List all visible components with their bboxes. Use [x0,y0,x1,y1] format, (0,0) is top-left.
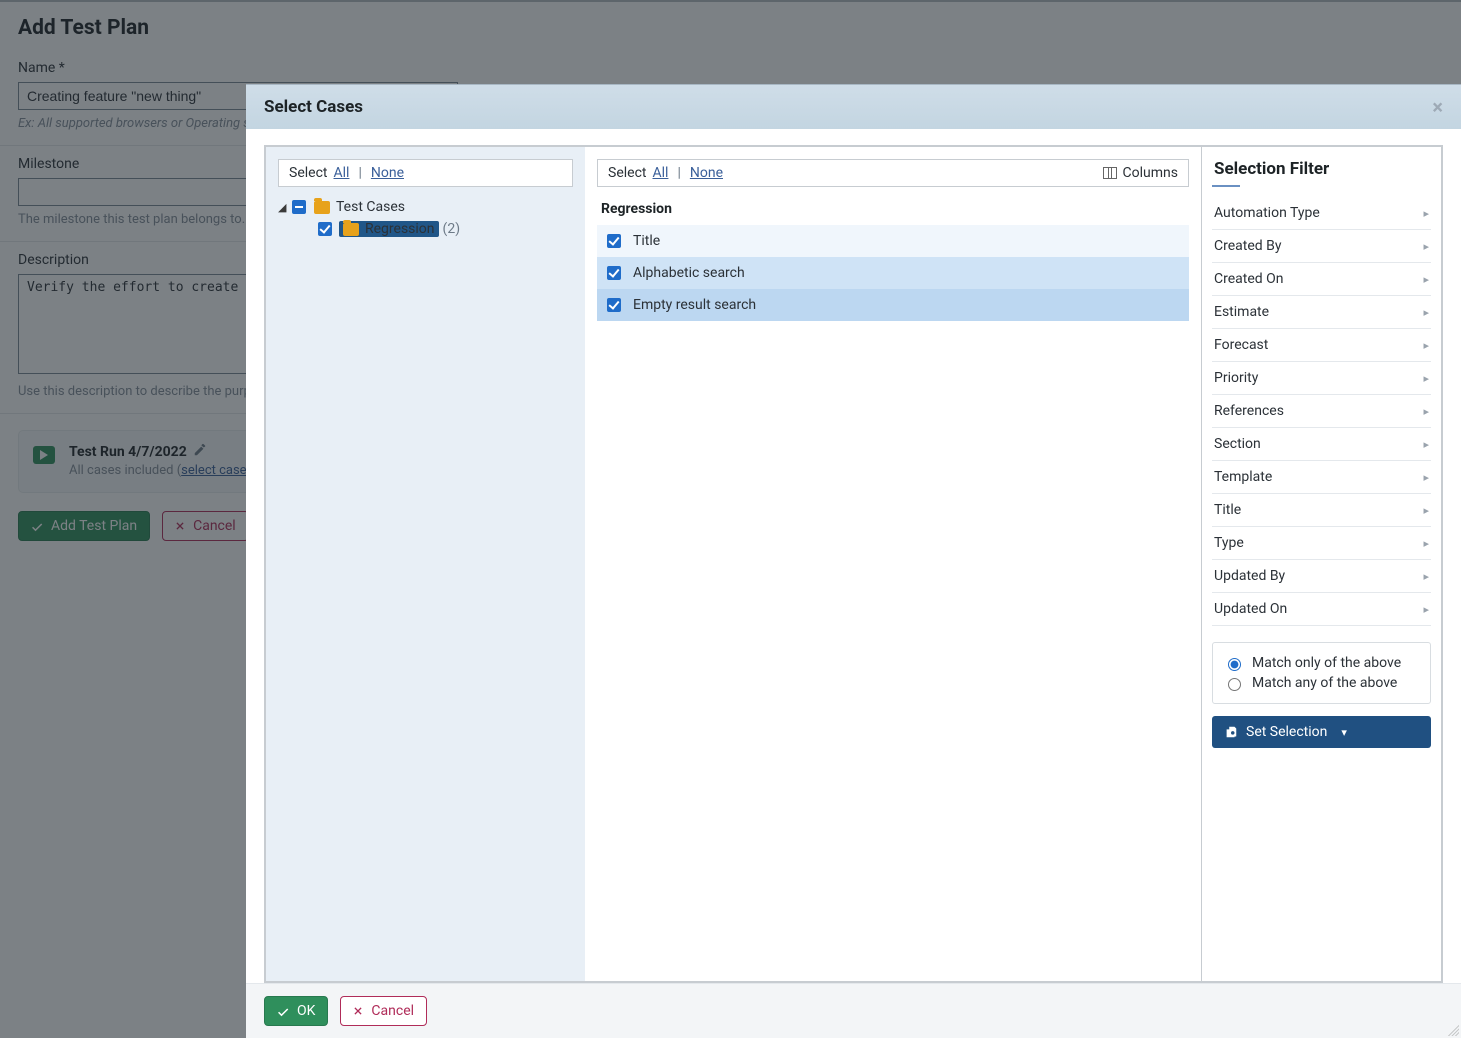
collapse-icon[interactable]: ◢ [278,201,288,214]
close-icon[interactable]: × [1432,97,1443,117]
suite-tree: ◢ Test Cases ◢ Regre [266,197,585,253]
search-doc-icon [1224,725,1238,739]
select-cases-dialog: Select Cases × Select All | None ◢ [246,84,1461,1038]
case-row[interactable]: Title [597,225,1189,257]
chevron-right-icon: ▸ [1423,207,1429,220]
chevron-right-icon: ▸ [1423,306,1429,319]
chevron-right-icon: ▸ [1423,603,1429,616]
case-checkbox[interactable] [607,298,621,312]
case-group-title: Regression [601,201,1185,217]
chevron-right-icon: ▸ [1423,471,1429,484]
dialog-cancel-button[interactable]: Cancel [340,996,427,1026]
tree-select-all-link[interactable]: All [333,165,349,181]
filter-type[interactable]: Type▸ [1212,527,1431,560]
filter-section[interactable]: Section▸ [1212,428,1431,461]
filter-forecast[interactable]: Forecast▸ [1212,329,1431,362]
tree-node-root[interactable]: ◢ Test Cases [278,197,573,217]
chevron-right-icon: ▸ [1423,273,1429,286]
filter-created-by[interactable]: Created By▸ [1212,230,1431,263]
tree-select-row: Select All | None [278,159,573,187]
case-list: Title Alphabetic search Empty result sea… [597,225,1189,321]
set-selection-button[interactable]: Set Selection ▾ [1212,716,1431,748]
case-label: Alphabetic search [633,265,745,281]
chevron-right-icon: ▸ [1423,504,1429,517]
filter-priority[interactable]: Priority▸ [1212,362,1431,395]
case-label: Title [633,233,660,249]
case-row[interactable]: Alphabetic search [597,257,1189,289]
dialog-header: Select Cases × [246,85,1461,129]
chevron-right-icon: ▸ [1423,405,1429,418]
filter-updated-by[interactable]: Updated By▸ [1212,560,1431,593]
filter-estimate[interactable]: Estimate▸ [1212,296,1431,329]
chevron-right-icon: ▸ [1423,537,1429,550]
tree-panel: Select All | None ◢ Test Cases [265,146,585,982]
columns-button[interactable]: Columns [1103,165,1178,181]
tree-root-label: Test Cases [336,199,405,215]
chevron-right-icon: ▸ [1423,372,1429,385]
tree-select-none-link[interactable]: None [371,165,404,181]
match-mode-box: Match only of the above Match any of the… [1212,642,1431,704]
tree-child-checkbox[interactable] [318,222,332,236]
dialog-footer: OK Cancel [246,983,1461,1038]
chevron-right-icon: ▸ [1423,570,1429,583]
filter-references[interactable]: References▸ [1212,395,1431,428]
cases-panel: Select All | None Columns Regression [585,146,1202,982]
case-row[interactable]: Empty result search [597,289,1189,321]
cases-select-row: Select All | None Columns [597,159,1189,187]
folder-icon [343,223,359,236]
tree-child-label: Regression [365,221,435,237]
chevron-right-icon: ▸ [1423,240,1429,253]
chevron-right-icon: ▸ [1423,438,1429,451]
tree-node-regression[interactable]: ◢ Regression (2) [300,217,573,241]
filter-automation-type[interactable]: Automation Type▸ [1212,197,1431,230]
filter-panel: Selection Filter Automation Type▸ Create… [1202,146,1442,982]
tree-root-checkbox[interactable] [292,200,306,214]
filter-updated-on[interactable]: Updated On▸ [1212,593,1431,626]
chevron-down-icon: ▾ [1341,726,1347,739]
match-only-option[interactable]: Match only of the above [1223,655,1420,671]
dialog-body: Select All | None ◢ Test Cases [246,129,1461,983]
match-any-option[interactable]: Match any of the above [1223,675,1420,691]
dialog-title: Select Cases [264,97,363,117]
match-any-radio[interactable] [1228,678,1241,691]
tree-child-count: (2) [443,221,461,237]
ok-button[interactable]: OK [264,996,328,1026]
case-checkbox[interactable] [607,234,621,248]
filter-template[interactable]: Template▸ [1212,461,1431,494]
filter-created-on[interactable]: Created On▸ [1212,263,1431,296]
chevron-right-icon: ▸ [1423,339,1429,352]
columns-icon [1103,167,1117,179]
cases-select-none-link[interactable]: None [690,165,723,181]
filter-title: Selection Filter [1214,159,1429,179]
filter-underline [1212,185,1240,187]
match-only-radio[interactable] [1228,658,1241,671]
case-label: Empty result search [633,297,756,313]
resize-handle[interactable] [1445,1022,1459,1036]
cases-select-all-link[interactable]: All [652,165,668,181]
case-checkbox[interactable] [607,266,621,280]
filter-title-field[interactable]: Title▸ [1212,494,1431,527]
folder-icon [314,201,330,214]
